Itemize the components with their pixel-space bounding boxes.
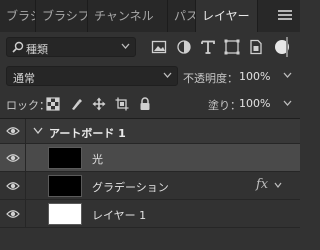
artboard-name: アートボード 1: [49, 127, 126, 140]
eye-icon: [6, 210, 20, 218]
layer-effects-fx-icon[interactable]: fx: [256, 177, 268, 192]
lock-row: ロック： 塗り： 100%: [0, 90, 300, 118]
search-icon: [12, 41, 24, 53]
fill-dropdown-chevron-icon[interactable]: [283, 100, 292, 106]
expand-arrow-icon[interactable]: [33, 127, 43, 134]
blend-row: 通常 不透明度： 100%: [0, 62, 300, 90]
eye-icon: [6, 182, 20, 190]
filter-toggle-switch[interactable]: [286, 37, 288, 57]
layer-thumbnail[interactable]: [48, 175, 82, 197]
shape-layer-filter-icon[interactable]: [224, 39, 240, 55]
lock-position-icon[interactable]: [92, 97, 106, 111]
visibility-toggle[interactable]: [0, 172, 26, 200]
eye-icon: [6, 154, 20, 162]
layer-filter-row: 種類: [0, 32, 300, 62]
layer-row[interactable]: グラデーション fx: [0, 172, 300, 200]
layer-row[interactable]: レイヤー 1: [0, 200, 300, 228]
fill-label: 塗り：: [208, 99, 241, 112]
layer-row[interactable]: 光: [0, 144, 300, 172]
layers-list: アートボード 1 光 グラデーション fx レイヤー 1: [0, 119, 300, 250]
layer-name: レイヤー 1: [92, 209, 147, 222]
panel-menu-icon[interactable]: [278, 10, 292, 22]
chevron-down-icon: [163, 72, 172, 78]
smart-object-filter-icon[interactable]: [248, 39, 264, 55]
visibility-toggle[interactable]: [0, 200, 26, 228]
panel-tab-bar: ブラシ ブラシプリ チャンネル パス レイヤー: [0, 0, 300, 32]
layer-name: グラデーション: [92, 181, 169, 194]
tab-layers[interactable]: レイヤー: [196, 0, 258, 32]
lock-all-icon[interactable]: [138, 97, 152, 111]
fill-input[interactable]: 100%: [239, 97, 270, 110]
type-layer-filter-icon[interactable]: [200, 39, 216, 55]
layer-name: 光: [92, 153, 103, 166]
artboard-row[interactable]: アートボード 1: [0, 119, 300, 144]
tab-brush[interactable]: ブラシ: [0, 0, 36, 32]
filter-kind-select[interactable]: 種類: [6, 37, 136, 57]
eye-icon: [6, 127, 20, 135]
lock-transparent-pixels-icon[interactable]: [46, 97, 60, 111]
effects-expand-chevron-icon[interactable]: [274, 182, 282, 188]
pixel-layer-filter-icon[interactable]: [151, 39, 167, 55]
adjustment-layer-filter-icon[interactable]: [176, 39, 192, 55]
tab-paths[interactable]: パス: [168, 0, 196, 32]
chevron-down-icon: [121, 43, 130, 49]
blend-mode-select[interactable]: 通常: [6, 66, 178, 86]
opacity-input[interactable]: 100%: [239, 70, 270, 83]
layer-thumbnail[interactable]: [48, 203, 82, 225]
visibility-toggle[interactable]: [0, 119, 26, 144]
opacity-label: 不透明度：: [183, 72, 238, 85]
lock-image-pixels-icon[interactable]: [69, 97, 83, 111]
tab-channels[interactable]: チャンネル: [88, 0, 168, 32]
lock-label: ロック：: [6, 99, 50, 112]
opacity-dropdown-chevron-icon[interactable]: [283, 72, 292, 78]
tab-brush-presets[interactable]: ブラシプリ: [36, 0, 88, 32]
layer-thumbnail[interactable]: [48, 147, 82, 169]
lock-artboard-nesting-icon[interactable]: [115, 97, 129, 111]
visibility-toggle[interactable]: [0, 144, 26, 172]
filter-kind-label: 種類: [26, 43, 48, 56]
blend-mode-value: 通常: [13, 72, 35, 85]
